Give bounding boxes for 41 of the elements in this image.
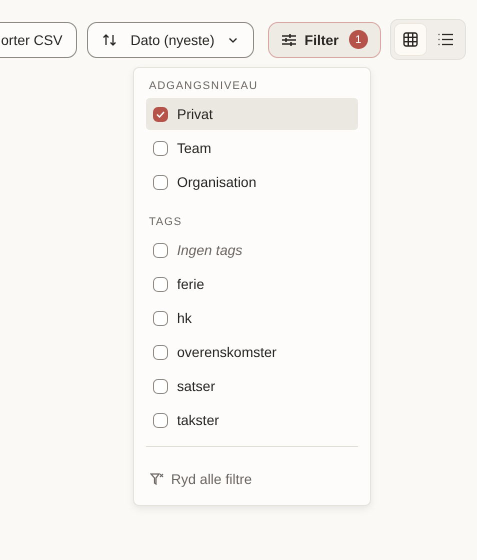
filter-option[interactable]: Team [146, 132, 358, 164]
filter-option[interactable]: Privat [146, 98, 358, 130]
filter-option[interactable]: hk [146, 302, 358, 334]
grid-view-button[interactable] [394, 24, 426, 55]
section-heading: TAGS [148, 215, 184, 230]
option-label: ferie [177, 276, 204, 292]
filter-button[interactable]: Filter 1 [268, 22, 381, 58]
checkbox[interactable] [153, 378, 168, 394]
checkmark-icon [156, 110, 165, 118]
clear-filters-button[interactable]: Ryd alle filtre [146, 465, 256, 493]
option-label: hk [177, 310, 192, 326]
checkbox[interactable] [153, 140, 168, 156]
checkbox[interactable] [153, 276, 168, 292]
count-badge: 1 [348, 30, 368, 49]
option-label: Organisation [177, 174, 256, 190]
option-label: Ingen tags [177, 242, 242, 258]
checkbox[interactable] [153, 106, 168, 122]
checkbox[interactable] [153, 412, 168, 428]
sort-arrows-icon [102, 32, 118, 48]
checkbox[interactable] [153, 310, 168, 326]
filter-option[interactable]: Organisation [146, 166, 358, 198]
option-label: Team [177, 140, 212, 156]
filter-option[interactable]: ferie [146, 268, 358, 300]
filter-clear-icon [150, 472, 164, 486]
export-csv-button[interactable]: orter CSV [0, 22, 78, 58]
option-label: takster [177, 412, 220, 428]
option-label: Privat [177, 106, 213, 122]
filter-option[interactable]: Ingen tags [146, 234, 358, 266]
filter-option[interactable]: satser [146, 370, 358, 402]
sort-button[interactable]: Dato (nyeste) [87, 22, 254, 58]
filter-option[interactable]: takster [146, 404, 358, 430]
checkbox[interactable] [153, 174, 168, 190]
checkbox[interactable] [153, 344, 168, 360]
option-label: satser [177, 378, 216, 394]
sliders-icon [280, 32, 297, 48]
checkbox[interactable] [153, 242, 168, 258]
section-heading: ADGANGSNIVEAU [148, 79, 259, 94]
option-label: overenskomster [177, 344, 277, 360]
grid-icon [402, 32, 418, 47]
filter-option[interactable]: overenskomster [146, 336, 358, 368]
list-icon [438, 33, 453, 46]
